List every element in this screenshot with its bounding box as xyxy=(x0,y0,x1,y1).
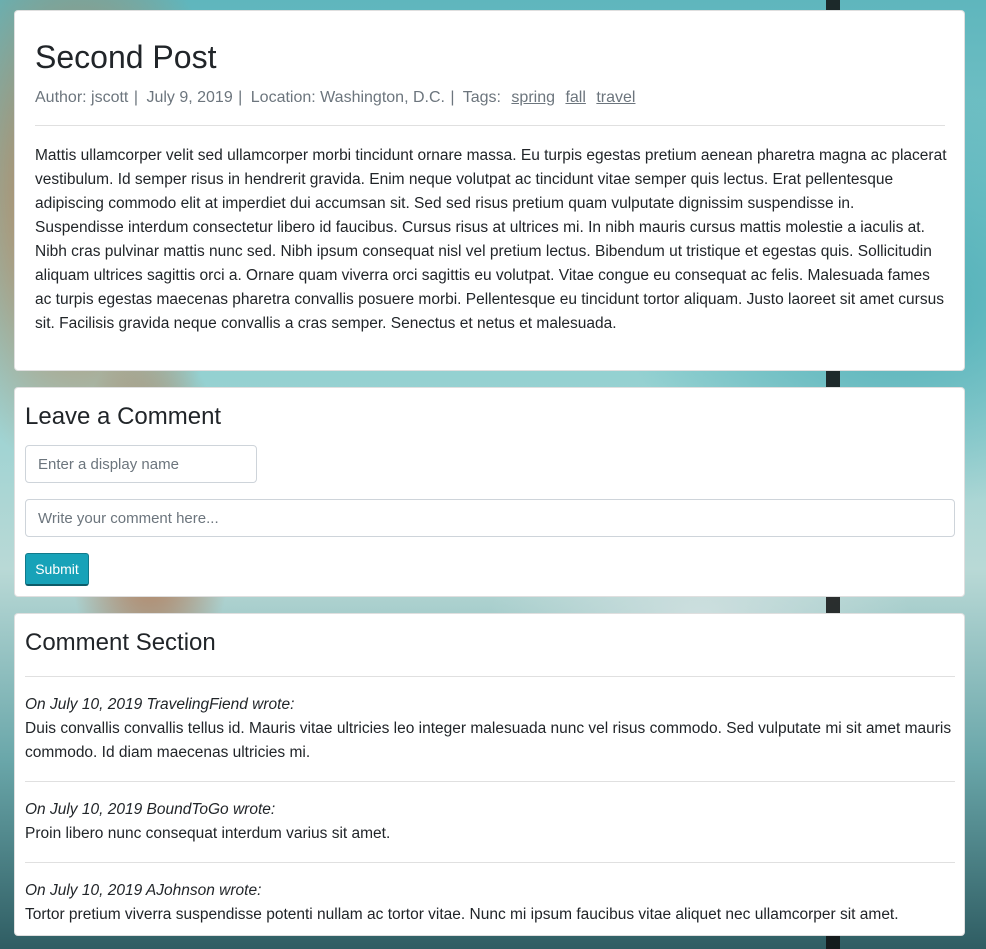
comment-section-title: Comment Section xyxy=(25,629,216,656)
meta-separator: | xyxy=(445,89,455,106)
comments-card: Comment Section On July 10, 2019 Traveli… xyxy=(14,613,965,936)
post-date: July 9, 2019 xyxy=(146,89,233,106)
post-location: Location: Washington, D.C. xyxy=(250,89,445,106)
display-name-input[interactable] xyxy=(25,445,257,483)
comment-input[interactable] xyxy=(25,499,955,537)
comment-form-title: Leave a Comment xyxy=(25,403,222,430)
post-card: Second Post Author: jscott | July 9, 201… xyxy=(14,10,965,371)
post-meta: Author: jscott | July 9, 2019 | Location… xyxy=(35,87,635,109)
meta-separator: | xyxy=(233,89,243,106)
tag-link-travel[interactable]: travel xyxy=(596,89,635,106)
submit-button[interactable]: Submit xyxy=(25,553,89,586)
tag-link-fall[interactable]: fall xyxy=(565,89,585,106)
comment-form-card: Leave a Comment Submit xyxy=(14,387,965,597)
post-title: Second Post xyxy=(35,39,217,75)
post-tags-label: Tags: xyxy=(462,89,501,106)
comment-text: Duis convallis convallis tellus id. Maur… xyxy=(25,720,952,761)
meta-separator: | xyxy=(129,89,138,106)
comment-item: On July 10, 2019 TravelingFiend wrote: D… xyxy=(25,693,955,765)
comment-header: On July 10, 2019 AJohnson wrote: xyxy=(25,882,262,899)
comment-item: On July 10, 2019 BoundToGo wrote: Proin … xyxy=(25,798,955,846)
post-divider xyxy=(35,125,945,126)
comment-divider xyxy=(25,862,955,863)
comment-header: On July 10, 2019 TravelingFiend wrote: xyxy=(25,696,295,713)
post-body: Mattis ullamcorper velit sed ullamcorper… xyxy=(35,147,947,332)
comment-divider xyxy=(25,781,955,782)
comment-text: Tortor pretium viverra suspendisse poten… xyxy=(25,906,899,923)
post-author: Author: jscott xyxy=(35,89,129,106)
comment-item: On July 10, 2019 AJohnson wrote: Tortor … xyxy=(25,879,955,927)
comment-text: Proin libero nunc consequat interdum var… xyxy=(25,825,391,842)
comment-header: On July 10, 2019 BoundToGo wrote: xyxy=(25,801,276,818)
comment-divider xyxy=(25,676,955,677)
tag-link-spring[interactable]: spring xyxy=(511,89,555,106)
